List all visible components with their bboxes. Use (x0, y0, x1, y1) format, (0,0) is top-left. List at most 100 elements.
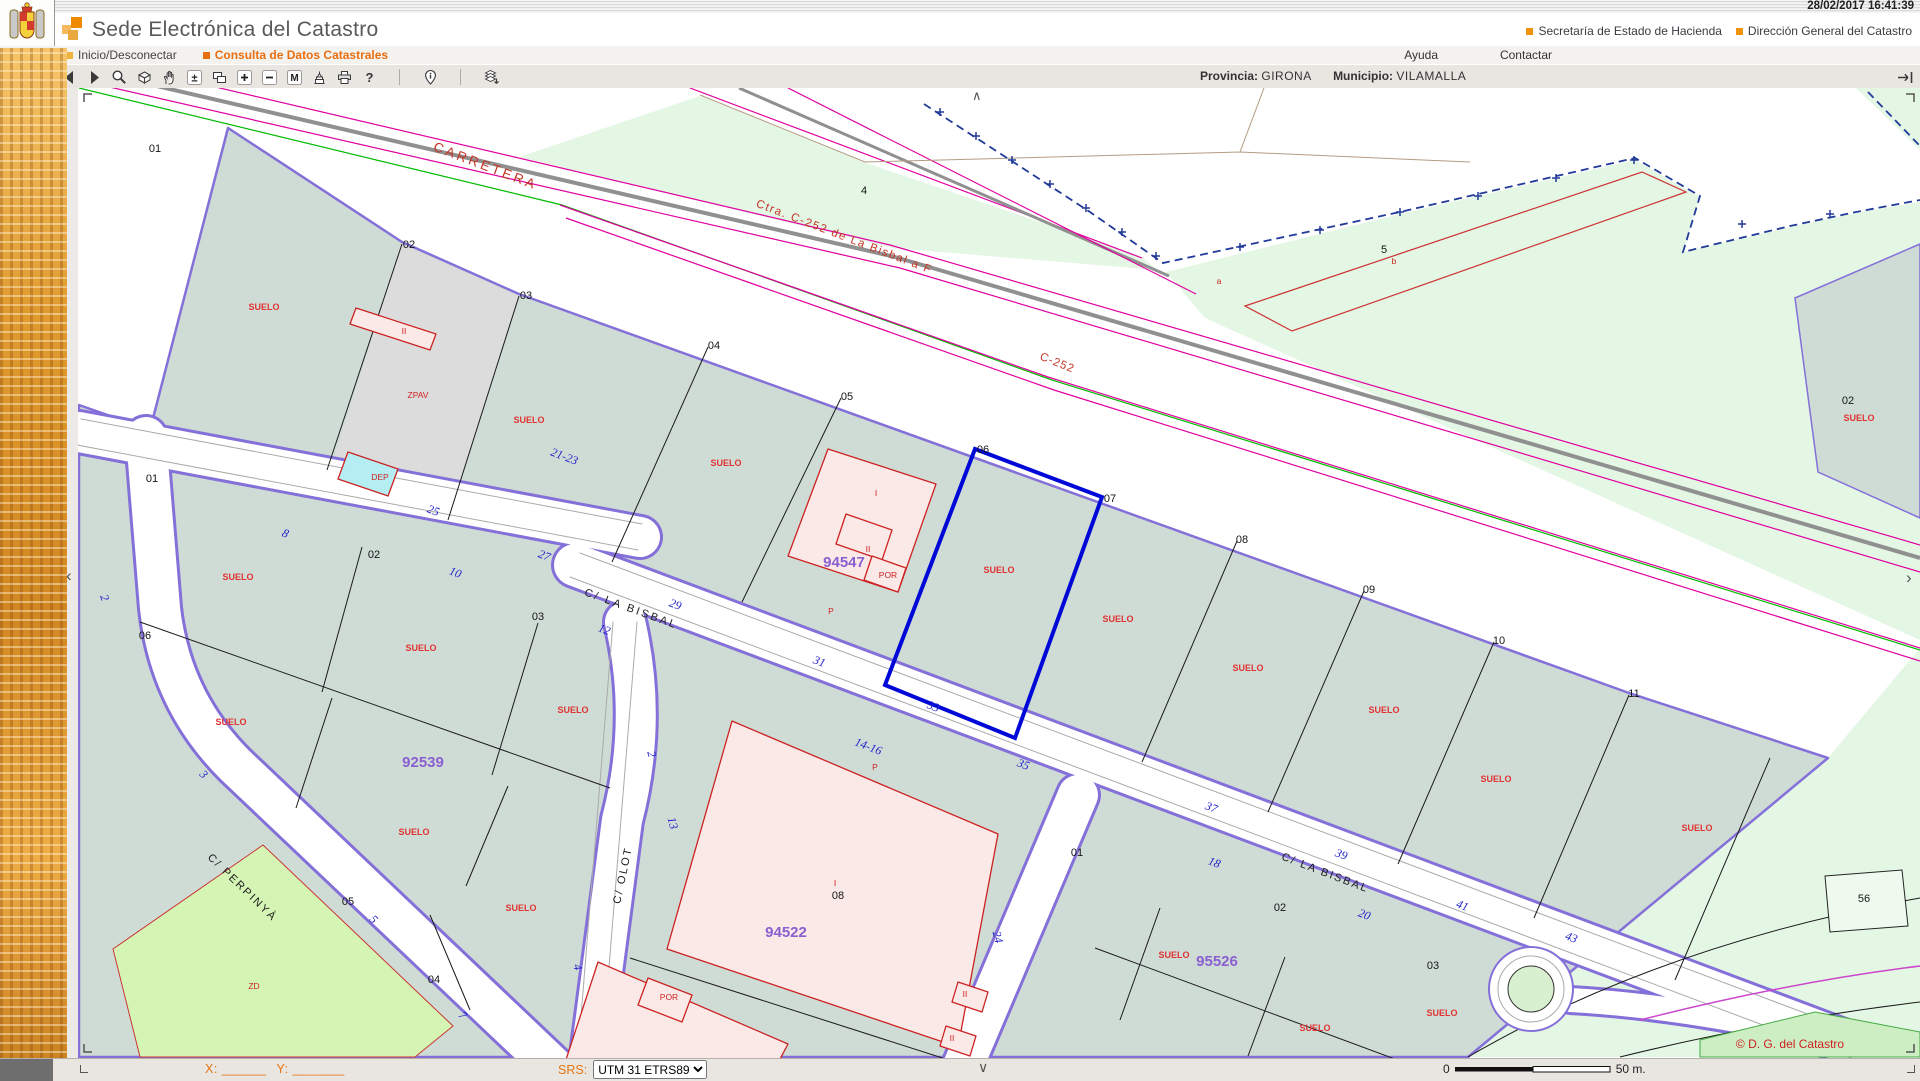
orange-bullet-icon (1526, 28, 1533, 35)
zoom-full-extent-icon[interactable] (135, 68, 153, 86)
cadastral-map[interactable]: CARRETERACtra. C-252 de La Bisbal a FC-2… (78, 88, 1920, 1058)
map-label-ii: II (950, 1033, 955, 1043)
link-dgc[interactable]: Dirección General del Catastro (1736, 24, 1912, 38)
zoom-selection-icon[interactable] (210, 68, 228, 86)
datetime: 28/02/2017 16:41:39 (1807, 0, 1914, 13)
map-label-06: 06 (139, 630, 151, 642)
expand-down-chevron[interactable]: ∨ (978, 1061, 988, 1073)
map-label-suelo: SUELO (1681, 823, 1712, 833)
tab-bullet-icon (66, 52, 73, 59)
zoom-box-icon[interactable] (110, 68, 128, 86)
map-label-b: b (1392, 256, 1397, 266)
map-label-suelo: SUELO (222, 572, 253, 582)
province-value: GIRONA (1261, 69, 1311, 83)
pan-up-chevron[interactable]: ∧ (972, 90, 982, 102)
zoom-municipality-icon[interactable]: M (285, 68, 303, 86)
y-value: _______ (293, 1062, 345, 1076)
tab-consulta-datos-catastrales[interactable]: Consulta de Datos Catastrales (203, 48, 388, 62)
map-label-94547: 94547 (823, 554, 865, 571)
print-icon[interactable] (335, 68, 353, 86)
map-label-por: POR (660, 992, 678, 1002)
map-label-08: 08 (1236, 534, 1248, 546)
map-label-5: 5 (1381, 244, 1387, 256)
province-municipality: Provincia: GIRONA Municipio: VILAMALLA (1200, 69, 1484, 83)
map-label-suelo: SUELO (513, 415, 544, 425)
link-secretaria[interactable]: Secretaría de Estado de Hacienda (1526, 24, 1721, 38)
map-label-suelo: SUELO (405, 643, 436, 653)
next-view-icon[interactable] (85, 68, 103, 86)
map-label-suelo: SUELO (1426, 1008, 1457, 1018)
map-label-p: P (828, 606, 834, 616)
map-label-suelo: SUELO (215, 717, 246, 727)
map-label-56: 56 (1858, 893, 1870, 905)
map-label-02: 02 (368, 549, 380, 561)
map-viewport[interactable]: CARRETERACtra. C-252 de La Bisbal a FC-2… (78, 88, 1920, 1058)
map-label-suelo: SUELO (1480, 774, 1511, 784)
pan-hand-icon[interactable] (160, 68, 178, 86)
map-label-4: 4 (861, 185, 867, 197)
map-label-03: 03 (1427, 960, 1439, 972)
frame-corner-icon (1907, 1065, 1915, 1073)
map-label-dep: DEP (371, 472, 389, 482)
scale-distance: 50 m. (1616, 1062, 1646, 1076)
map-label-zpav: ZPAV (408, 390, 429, 400)
map-label-10: 10 (1493, 635, 1505, 647)
srs-select[interactable]: UTM 31 ETRS89 (593, 1060, 707, 1079)
link-ayuda[interactable]: Ayuda (1404, 48, 1438, 62)
map-label-05: 05 (342, 896, 354, 908)
statusbar-dark-block (0, 1059, 53, 1081)
info-point-icon[interactable] (421, 68, 439, 86)
cartography-icon[interactable] (310, 68, 328, 86)
pan-right-chevron[interactable]: › (1906, 572, 1912, 584)
zoom-out-icon[interactable] (260, 68, 278, 86)
map-label-04: 04 (708, 340, 720, 352)
tab-inicio-desconectar[interactable]: Inicio/Desconectar (66, 48, 177, 62)
scale-bar-graphic (1454, 1063, 1612, 1075)
zoom-in-icon[interactable] (235, 68, 253, 86)
map-label-05: 05 (841, 391, 853, 403)
pan-left-chevron[interactable]: ‹ (66, 570, 72, 582)
srs-group: SRS: UTM 31 ETRS89 (558, 1060, 707, 1079)
scale-bar: 0 50 m. (1443, 1062, 1646, 1076)
map-label-ii: II (402, 326, 407, 336)
map-label-01: 01 (146, 473, 158, 485)
municipality-value: VILAMALLA (1396, 69, 1466, 83)
svg-text:?: ? (365, 70, 373, 85)
map-label-suelo: SUELO (248, 302, 279, 312)
catastro-logo-icon (62, 17, 84, 41)
tab-bullet-icon (203, 52, 210, 59)
orange-bullet-icon (1736, 28, 1743, 35)
map-label-ii: II (866, 544, 871, 554)
hide-panel-icon[interactable] (1896, 68, 1914, 86)
map-label-94522: 94522 (765, 924, 807, 941)
map-label-02: 02 (1842, 395, 1854, 407)
map-label-a: a (1217, 276, 1222, 286)
toolbar-separator (460, 69, 461, 85)
map-label-95526: 95526 (1196, 953, 1238, 970)
zoom-scale-icon[interactable]: ± (185, 68, 203, 86)
help-icon[interactable]: ? (360, 68, 378, 86)
map-label-ii: II (963, 989, 968, 999)
map-label-01: 01 (149, 143, 161, 155)
svg-text:±: ± (191, 72, 197, 84)
map-label-suelo: SUELO (1102, 614, 1133, 624)
scale-zero: 0 (1443, 1062, 1450, 1076)
layers-icon[interactable] (482, 68, 500, 86)
map-toolbar: ± M ? Provincia: GIRONA Municipio: VILAM… (0, 64, 1920, 90)
map-label-08: 08 (832, 890, 844, 902)
cursor-coordinates: X: ______ Y: _______ (205, 1062, 345, 1076)
toolbar-separator (399, 69, 400, 85)
map-label-suelo: SUELO (505, 903, 536, 913)
map-label-zd: ZD (248, 981, 259, 991)
link-contactar[interactable]: Contactar (1500, 48, 1552, 62)
map-label-suelo: SUELO (1368, 705, 1399, 715)
roundabout (1489, 947, 1573, 1031)
map-label-suelo: SUELO (710, 458, 741, 468)
svg-text:M: M (290, 73, 298, 84)
municipality-label: Municipio: (1333, 69, 1393, 83)
page-title: Sede Electrónica del Catastro (92, 18, 379, 42)
map-label-suelo: SUELO (1232, 663, 1263, 673)
map-label-03: 03 (520, 290, 532, 302)
map-label-03: 03 (532, 611, 544, 623)
province-label: Provincia: (1200, 69, 1258, 83)
